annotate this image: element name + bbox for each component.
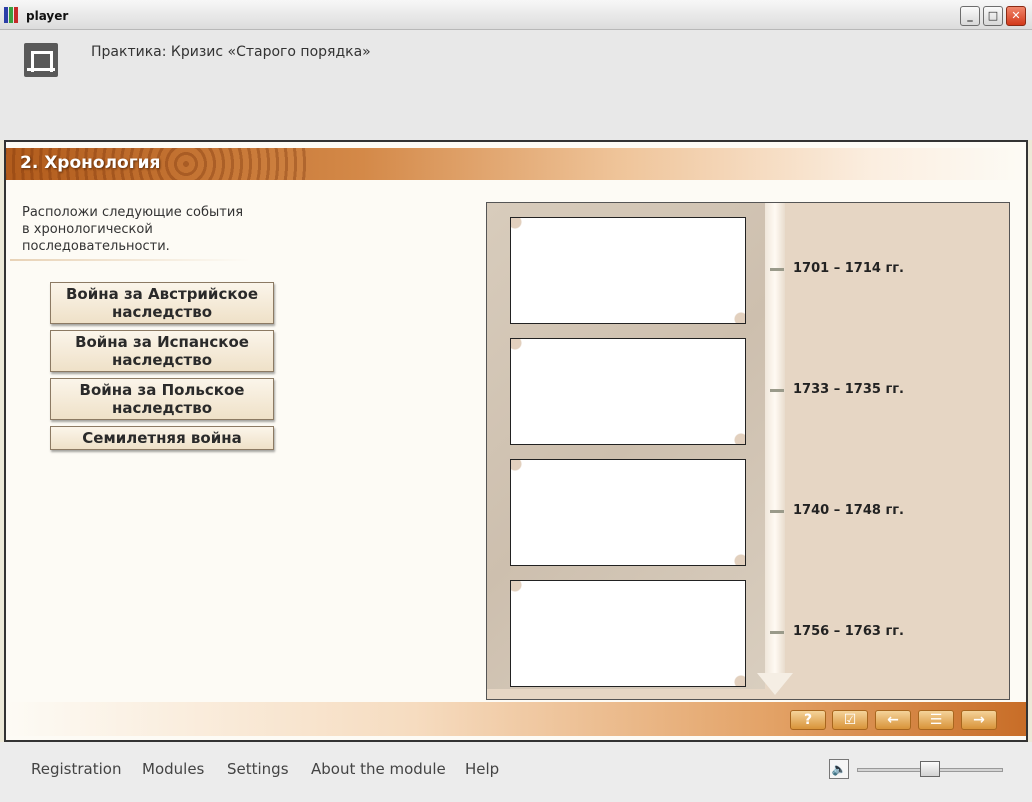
footer-link-registration[interactable]: Registration [31,760,121,778]
check-button[interactable]: ☑ [832,710,868,730]
footer-link-modules[interactable]: Modules [142,760,204,778]
date-label: 1740 – 1748 гг. [793,503,904,518]
navigation-bar: ? ☑ ← ☰ → [6,702,1026,736]
section-title: 2. Хронология [20,153,161,173]
instructions-text: Расположи следующие события в хронологич… [22,205,244,254]
event-card[interactable]: Война за Испанское наследство [50,330,274,372]
maximize-button[interactable]: □ [983,6,1003,26]
drop-slot[interactable] [510,580,746,687]
footer-link-settings[interactable]: Settings [227,760,289,778]
logo-icon [24,43,58,77]
footer-link-about[interactable]: About the module [311,760,446,778]
forward-button[interactable]: → [961,710,997,730]
volume-slider-thumb[interactable] [920,761,940,777]
close-button[interactable]: ✕ [1006,6,1026,26]
event-card[interactable]: Война за Австрийское наследство [50,282,274,324]
minimize-button[interactable]: _ [960,6,980,26]
lesson-stage: 2. Хронология Расположи следующие событи… [4,140,1028,742]
timeline-panel: 1701 – 1714 гг. 1733 – 1735 гг. 1740 – 1… [486,202,1010,700]
help-button[interactable]: ? [790,710,826,730]
course-title: Практика: Кризис «Старого порядка» [91,44,371,60]
footer-menu: Registration Modules Settings About the … [0,742,1032,802]
menu-button[interactable]: ☰ [918,710,954,730]
drop-slot[interactable] [510,338,746,445]
date-label: 1733 – 1735 гг. [793,382,904,397]
back-button[interactable]: ← [875,710,911,730]
speaker-icon[interactable]: 🔈 [829,759,849,779]
timeline-tick [770,631,784,634]
timeline-axis [765,203,785,673]
drop-slot[interactable] [510,217,746,324]
section-header: 2. Хронология [6,148,1026,180]
date-label: 1756 – 1763 гг. [793,624,904,639]
timeline-arrow-icon [757,673,793,695]
event-card[interactable]: Семилетняя война [50,426,274,450]
divider [10,259,250,261]
timeline-tick [770,268,784,271]
window-title: player [26,9,69,23]
timeline-tick [770,389,784,392]
app-icon [4,7,22,23]
drop-slot[interactable] [510,459,746,566]
date-label: 1701 – 1714 гг. [793,261,904,276]
event-card[interactable]: Война за Польское наследство [50,378,274,420]
course-header: Практика: Кризис «Старого порядка» [0,30,1032,140]
footer-link-help[interactable]: Help [465,760,499,778]
timeline-tick [770,510,784,513]
window-titlebar: player _ □ ✕ [0,0,1032,30]
